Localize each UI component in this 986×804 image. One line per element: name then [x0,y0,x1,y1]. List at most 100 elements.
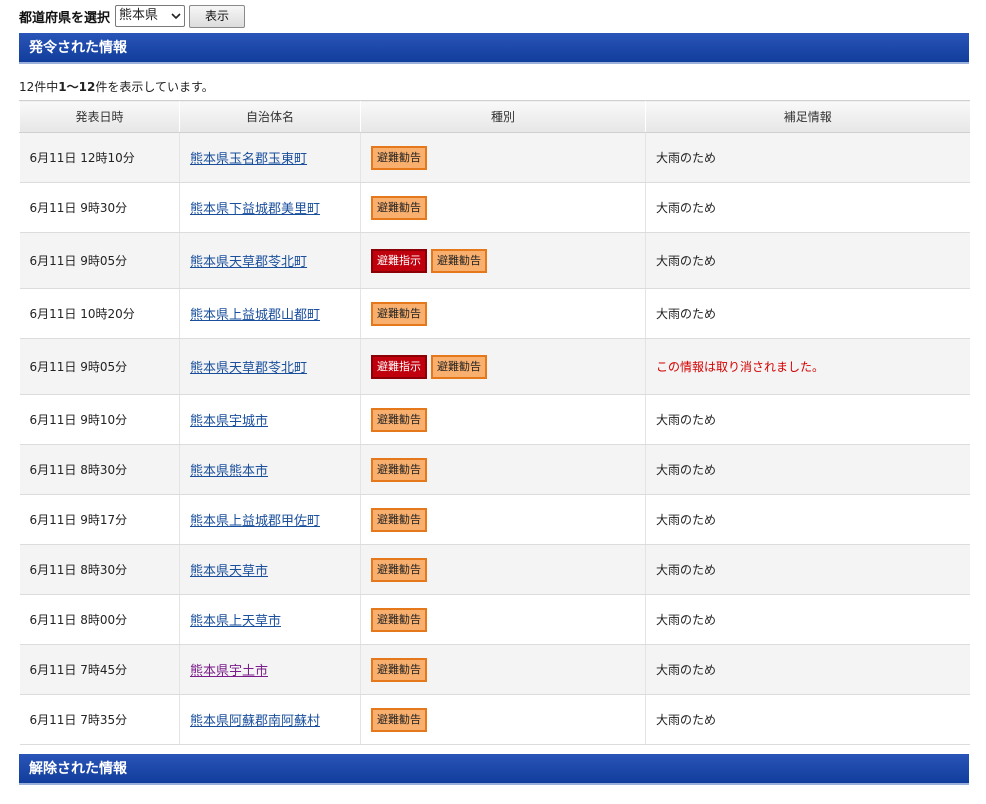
municipality-link[interactable]: 熊本県熊本市 [190,464,268,479]
municipality-link[interactable]: 熊本県上天草市 [190,614,281,629]
cell-note: 大雨のため [645,132,970,183]
cell-note: 大雨のため [645,694,970,745]
cell-type: 避難勧告 [360,394,646,445]
evacuation-advisory-badge: 避難勧告 [371,407,427,432]
evacuation-advisory-badge: 避難勧告 [371,557,427,582]
cell-type: 避難勧告 [360,694,646,745]
municipality-link[interactable]: 熊本県天草郡苓北町 [190,255,307,270]
municipality-link[interactable]: 熊本県天草市 [190,564,268,579]
cell-municipality: 熊本県上天草市 [179,594,361,645]
table-row: 6月11日 9時30分 熊本県下益城郡美里町 避難勧告 大雨のため [19,182,970,233]
prefecture-select-label: 都道府県を選択 [19,10,111,26]
chevron-down-icon [171,13,181,20]
cell-datetime: 6月11日 10時20分 [19,288,180,339]
result-count: 12件中1〜12件を表示しています。 [19,78,214,95]
cell-datetime: 6月11日 9時05分 [19,338,180,395]
cell-type: 避難勧告 [360,132,646,183]
table-header-row: 発表日時 自治体名 種別 補足情報 [19,100,970,133]
cell-type: 避難指示 避難勧告 [360,232,646,289]
cell-datetime: 6月11日 9時30分 [19,182,180,233]
table-row: 6月11日 9時05分 熊本県天草郡苓北町 避難指示 避難勧告 この情報は取り消されまし… [19,338,970,395]
cell-datetime: 6月11日 8時30分 [19,544,180,595]
evacuation-advisory-badge: 避難勧告 [371,301,427,326]
cell-datetime: 6月11日 9時05分 [19,232,180,289]
table-row: 6月11日 8時30分 熊本県熊本市 避難勧告 大雨のため [19,444,970,495]
cell-note-cancelled: この情報は取り消されました。 [645,338,970,395]
prefecture-select[interactable]: 熊本県 [115,5,186,27]
header-type: 種別 [360,100,646,133]
evacuation-advisory-badge: 避難勧告 [371,607,427,632]
municipality-link[interactable]: 熊本県宇土市 [190,664,268,679]
evacuation-advisory-badge: 避難勧告 [371,507,427,532]
evacuation-advisory-badge: 避難勧告 [371,657,427,682]
municipality-link[interactable]: 熊本県上益城郡甲佐町 [190,514,320,529]
cell-datetime: 6月11日 7時45分 [19,644,180,695]
cell-type: 避難勧告 [360,182,646,233]
cell-datetime: 6月11日 8時00分 [19,594,180,645]
cell-municipality: 熊本県下益城郡美里町 [179,182,361,233]
table-row: 6月11日 9時17分 熊本県上益城郡甲佐町 避難勧告 大雨のため [19,494,970,545]
municipality-link[interactable]: 熊本県宇城市 [190,414,268,429]
evacuation-advisory-badge: 避難勧告 [371,707,427,732]
evacuation-advisory-badge: 避難勧告 [371,145,427,170]
evacuation-advisory-badge: 避難勧告 [371,195,427,220]
cell-datetime: 6月11日 9時17分 [19,494,180,545]
cell-note: 大雨のため [645,232,970,289]
cell-note: 大雨のため [645,444,970,495]
count-range: 1〜12 [58,80,96,94]
cell-municipality: 熊本県宇土市 [179,644,361,695]
evacuation-advisory-badge: 避難勧告 [431,248,487,273]
table-row: 6月11日 9時05分 熊本県天草郡苓北町 避難指示 避難勧告 大雨のため [19,232,970,289]
cell-note: 大雨のため [645,644,970,695]
cell-datetime: 6月11日 9時10分 [19,394,180,445]
cell-municipality: 熊本県上益城郡山都町 [179,288,361,339]
cell-type: 避難勧告 [360,644,646,695]
municipality-link[interactable]: 熊本県阿蘇郡南阿蘇村 [190,714,320,729]
count-prefix: 12件中 [19,80,59,94]
show-button[interactable]: 表示 [189,4,246,28]
prefecture-selector-bar: 都道府県を選択 熊本県 表示 [19,4,246,28]
cell-note: 大雨のため [645,288,970,339]
cell-municipality: 熊本県天草郡苓北町 [179,232,361,289]
header-note: 補足情報 [645,100,970,133]
table-row: 6月11日 8時30分 熊本県天草市 避難勧告 大雨のため [19,544,970,595]
issued-section-header: 発令された情報 [19,33,969,64]
cell-note: 大雨のため [645,544,970,595]
count-suffix: 件を表示しています。 [95,80,214,94]
cell-datetime: 6月11日 7時35分 [19,694,180,745]
table-row: 6月11日 9時10分 熊本県宇城市 避難勧告 大雨のため [19,394,970,445]
cell-municipality: 熊本県上益城郡甲佐町 [179,494,361,545]
cell-municipality: 熊本県天草市 [179,544,361,595]
municipality-link[interactable]: 熊本県天草郡苓北町 [190,361,307,376]
evacuation-advisory-badge: 避難勧告 [371,457,427,482]
table-row: 6月11日 7時45分 熊本県宇土市 避難勧告 大雨のため [19,644,970,695]
municipality-link[interactable]: 熊本県玉名郡玉東町 [190,152,307,167]
cell-note: 大雨のため [645,494,970,545]
cell-municipality: 熊本県阿蘇郡南阿蘇村 [179,694,361,745]
table-body: 6月11日 12時10分 熊本県玉名郡玉東町 避難勧告 大雨のため 6月11日 9時30… [19,132,970,745]
cell-type: 避難勧告 [360,544,646,595]
cell-datetime: 6月11日 12時10分 [19,132,180,183]
cell-datetime: 6月11日 8時30分 [19,444,180,495]
cell-type: 避難指示 避難勧告 [360,338,646,395]
page: 都道府県を選択 熊本県 表示 発令された情報 12件中1〜12件を表示しています… [0,0,986,804]
table-row: 6月11日 7時35分 熊本県阿蘇郡南阿蘇村 避難勧告 大雨のため [19,694,970,745]
alerts-table: 発表日時 自治体名 種別 補足情報 6月11日 12時10分 熊本県玉名郡玉東町避… [19,100,970,745]
cell-municipality: 熊本県宇城市 [179,394,361,445]
municipality-link[interactable]: 熊本県下益城郡美里町 [190,202,320,217]
cell-note: 大雨のため [645,594,970,645]
table-row: 6月11日 8時00分 熊本県上天草市 避難勧告 大雨のため [19,594,970,645]
municipality-link[interactable]: 熊本県上益城郡山都町 [190,308,320,323]
cleared-section-header: 解除された情報 [19,754,969,785]
cell-type: 避難勧告 [360,594,646,645]
evacuation-order-badge: 避難指示 [371,248,427,273]
cell-municipality: 熊本県熊本市 [179,444,361,495]
table-row: 6月11日 12時10分 熊本県玉名郡玉東町 避難勧告 大雨のため [19,132,970,183]
prefecture-select-value: 熊本県 [119,8,159,23]
cell-municipality: 熊本県天草郡苓北町 [179,338,361,395]
table-row: 6月11日 10時20分 熊本県上益城郡山都町 避難勧告 大雨のため [19,288,970,339]
cell-note: 大雨のため [645,394,970,445]
cell-type: 避難勧告 [360,444,646,495]
evacuation-advisory-badge: 避難勧告 [431,354,487,379]
cell-municipality: 熊本県玉名郡玉東町 [179,132,361,183]
